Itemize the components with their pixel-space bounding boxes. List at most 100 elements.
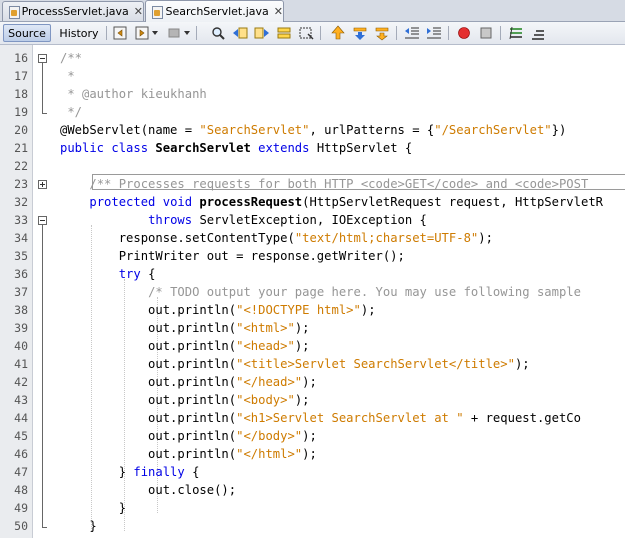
code-line: PrintWriter out = response.getWriter(); — [60, 247, 405, 265]
code-token: ); — [294, 393, 310, 407]
code-token: /* TODO output your page here. You may u… — [148, 285, 581, 299]
code-token: out.println( — [60, 321, 237, 335]
line-number: 34 — [14, 231, 28, 245]
java-file-icon — [151, 5, 163, 19]
select-match-icon[interactable] — [298, 25, 314, 41]
code-token: "<h1>Servlet SearchServlet at " — [236, 411, 464, 425]
code-editor[interactable]: 16 17 18 19 20 21 22 23 32 33 34 35 36 37 38 39 40 41 42 43… — [0, 45, 625, 538]
tab-search-servlet[interactable]: SearchServlet.java ✕ — [145, 0, 284, 22]
code-token: "text/html;charset=UTF-8" — [294, 231, 479, 245]
tab-label: ProcessServlet.java — [21, 5, 129, 18]
line-number: 39 — [14, 321, 28, 335]
code-line: response.setContentType("text/html;chars… — [60, 229, 493, 247]
code-line: out.println("</body>"); — [60, 427, 317, 445]
code-line: } finally { — [60, 463, 200, 481]
line-number: 22 — [14, 159, 28, 173]
line-number: 48 — [14, 483, 28, 497]
code-token: */ — [60, 105, 83, 119]
code-token: PrintWriter out = response.getWriter(); — [60, 249, 405, 263]
line-number: 40 — [14, 339, 28, 353]
code-line: try { — [60, 265, 156, 283]
code-line: */ — [60, 103, 82, 121]
find-icon[interactable] — [210, 25, 226, 41]
line-number: 41 — [14, 357, 28, 371]
shift-left-icon[interactable] — [404, 25, 420, 41]
toggle-highlight-icon[interactable] — [276, 25, 292, 41]
fold-toggle-icon[interactable] — [38, 216, 47, 225]
toolbar-separator — [106, 26, 107, 40]
code-token: HttpServlet { — [316, 141, 413, 155]
close-icon[interactable]: ✕ — [134, 5, 143, 18]
code-line: } — [60, 517, 97, 535]
stop-macro-icon[interactable] — [478, 25, 494, 41]
find-previous-icon[interactable] — [232, 25, 248, 41]
code-line: @WebServlet(name = "SearchServlet", urlP… — [60, 121, 566, 139]
line-number: 23 — [14, 177, 28, 191]
toolbar-separator — [196, 26, 197, 40]
code-token: ServletException, IOException { — [199, 213, 427, 227]
line-number: 44 — [14, 411, 28, 425]
source-button[interactable]: Source — [3, 24, 51, 42]
line-number: 43 — [14, 393, 28, 407]
history-button[interactable]: History — [56, 24, 102, 42]
code-token: { — [148, 267, 156, 281]
code-token: ); — [478, 231, 493, 245]
code-token: * @author kieukhanh — [60, 87, 207, 101]
code-line: /** Processes requests for both HTTP <co… — [60, 175, 588, 193]
code-token: }) — [551, 123, 567, 137]
shift-right-icon[interactable] — [426, 25, 442, 41]
line-number: 18 — [14, 87, 28, 101]
java-file-icon — [8, 5, 20, 19]
fold-line — [42, 113, 47, 114]
line-number: 19 — [14, 105, 28, 119]
shift-up-icon[interactable] — [330, 25, 346, 41]
shift-down-icon[interactable] — [352, 25, 368, 41]
comment-icon[interactable] — [374, 25, 390, 41]
code-token: /** Processes requests for both HTTP <co… — [89, 177, 589, 191]
code-token: "<body>" — [236, 393, 295, 407]
line-number: 49 — [14, 501, 28, 515]
uncomment-lines-icon[interactable] — [530, 25, 546, 41]
code-line: out.println("<title>Servlet SearchServle… — [60, 355, 530, 373]
code-token: out.println( — [60, 447, 237, 461]
code-token: { — [192, 465, 200, 479]
toolbar-separator — [500, 26, 501, 40]
forward-icon[interactable] — [134, 25, 150, 41]
tab-label: SearchServlet.java — [165, 5, 269, 18]
code-token: public class — [60, 141, 156, 155]
code-token: out.println( — [60, 375, 237, 389]
code-line: public class SearchServlet extends HttpS… — [60, 139, 412, 157]
code-token: protected void — [89, 195, 200, 209]
tab-process-servlet[interactable]: ProcessServlet.java ✕ — [2, 1, 144, 21]
code-token: "/SearchServlet" — [434, 123, 552, 137]
close-icon[interactable]: ✕ — [274, 5, 283, 18]
comment-lines-icon[interactable] — [508, 25, 524, 41]
code-token: response.setContentType( — [60, 231, 295, 245]
code-line: } — [60, 499, 126, 517]
chevron-down-icon[interactable] — [184, 31, 190, 35]
toggle-bookmark-icon[interactable] — [166, 25, 182, 41]
code-line: out.println("<head>"); — [60, 337, 309, 355]
chevron-down-icon[interactable] — [152, 31, 158, 35]
code-line: out.println("</head>"); — [60, 373, 317, 391]
code-token: out.close(); — [60, 483, 237, 497]
code-token: + request.getCo — [463, 411, 581, 425]
expand-fold-icon[interactable] — [38, 180, 47, 189]
start-macro-icon[interactable] — [456, 25, 472, 41]
back-icon[interactable] — [112, 25, 128, 41]
line-number: 21 — [14, 141, 28, 155]
code-token: } — [60, 519, 97, 533]
code-token: out.println( — [60, 357, 237, 371]
code-token: ); — [302, 447, 317, 461]
code-line: * @author kieukhanh — [60, 85, 207, 103]
code-token: ); — [360, 303, 376, 317]
find-next-icon[interactable] — [254, 25, 270, 41]
code-token: ); — [302, 429, 317, 443]
fold-toggle-icon[interactable] — [38, 54, 47, 63]
code-token: (HttpServletRequest request, HttpServlet… — [302, 195, 603, 209]
code-token: out.println( — [60, 393, 237, 407]
line-number: 33 — [14, 213, 28, 227]
line-number: 20 — [14, 123, 28, 137]
